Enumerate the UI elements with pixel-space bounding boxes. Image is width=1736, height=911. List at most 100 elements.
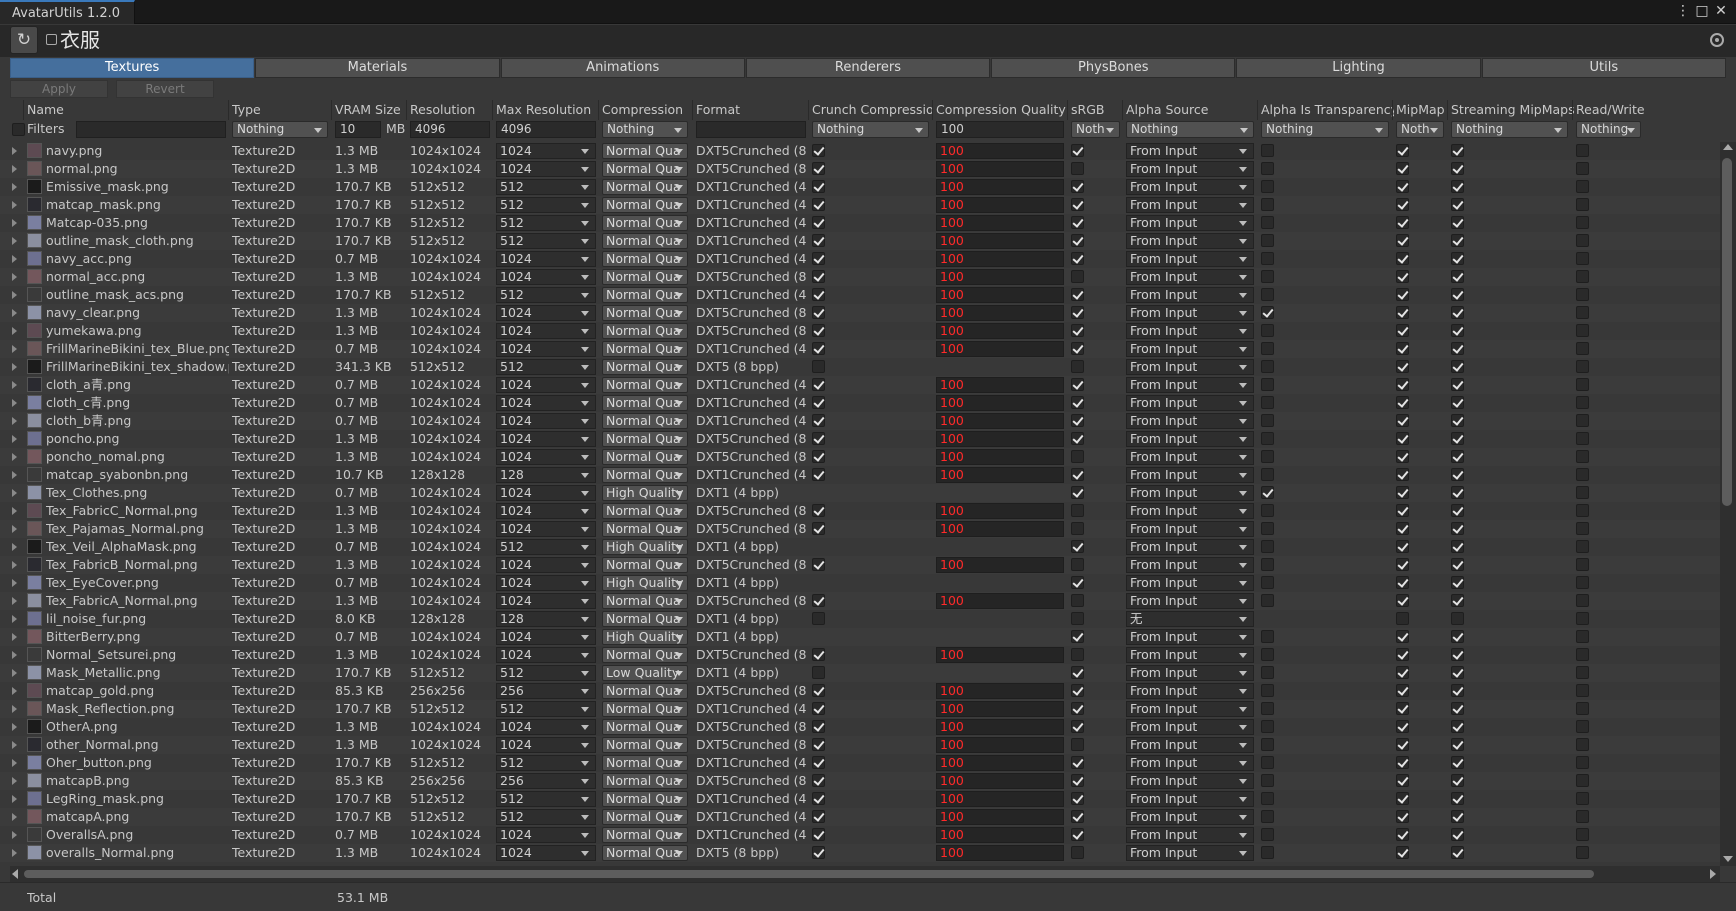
alpha-source-dropdown[interactable]: From Input — [1126, 215, 1254, 231]
mipmap-checkbox[interactable] — [1396, 234, 1409, 247]
expand-arrow-icon[interactable] — [12, 345, 17, 353]
streaming-mipmaps-checkbox[interactable] — [1451, 648, 1464, 661]
expand-arrow-icon[interactable] — [12, 219, 17, 227]
expand-arrow-icon[interactable] — [12, 165, 17, 173]
read-write-checkbox[interactable] — [1576, 144, 1589, 157]
read-write-checkbox[interactable] — [1576, 846, 1589, 859]
max-resolution-dropdown[interactable]: 1024 — [496, 521, 596, 537]
crunch-checkbox[interactable] — [812, 612, 825, 625]
mipmap-checkbox[interactable] — [1396, 216, 1409, 229]
compression-dropdown[interactable]: Normal Qua — [602, 395, 688, 411]
streaming-mipmaps-checkbox[interactable] — [1451, 558, 1464, 571]
alpha-source-dropdown[interactable]: From Input — [1126, 719, 1254, 735]
table-row[interactable]: Tex_Veil_AlphaMask.png Texture2D 0.7 MB 102… — [0, 538, 1720, 556]
table-row[interactable]: matcap_mask.png Texture2D 170.7 KB 512x512 5… — [0, 196, 1720, 214]
column-header-streaming-mipmaps[interactable]: Streaming MipMaps — [1451, 102, 1574, 117]
expand-arrow-icon[interactable] — [12, 327, 17, 335]
mipmap-checkbox[interactable] — [1396, 378, 1409, 391]
max-resolution-dropdown[interactable]: 1024 — [496, 413, 596, 429]
max-resolution-dropdown[interactable]: 1024 — [496, 845, 596, 861]
tab-lighting[interactable]: Lighting — [1236, 58, 1481, 78]
expand-arrow-icon[interactable] — [12, 183, 17, 191]
readwrite-filter-dropdown[interactable]: Nothing — [1576, 121, 1641, 138]
crunch-checkbox[interactable] — [812, 324, 825, 337]
compression-quality-field[interactable]: 100 — [936, 701, 1064, 717]
streaming-mipmaps-checkbox[interactable] — [1451, 846, 1464, 859]
type-filter-dropdown[interactable]: Nothing — [232, 121, 328, 138]
column-header-type[interactable]: Type — [232, 102, 332, 117]
compression-dropdown[interactable]: Normal Qua — [602, 647, 688, 663]
compression-quality-field[interactable]: 100 — [936, 395, 1064, 411]
table-row[interactable]: Oher_button.png Texture2D 170.7 KB 512x512 5… — [0, 754, 1720, 772]
compression-dropdown[interactable]: Normal Qua — [602, 341, 688, 357]
compression-dropdown[interactable]: Normal Qua — [602, 611, 688, 627]
expand-arrow-icon[interactable] — [12, 651, 17, 659]
alpha-is-transparency-checkbox[interactable] — [1261, 630, 1274, 643]
streaming-mipmaps-checkbox[interactable] — [1451, 774, 1464, 787]
streaming-mipmaps-checkbox[interactable] — [1451, 414, 1464, 427]
max-resolution-dropdown[interactable]: 1024 — [496, 449, 596, 465]
tab-utils[interactable]: Utils — [1481, 58, 1726, 78]
format-filter-input[interactable] — [696, 121, 806, 138]
revert-button[interactable]: Revert — [116, 80, 214, 98]
alpha-source-dropdown[interactable]: From Input — [1126, 629, 1254, 645]
max-resolution-dropdown[interactable]: 1024 — [496, 341, 596, 357]
table-row[interactable]: matcap_syabonbn.png Texture2D 10.7 KB 128x1… — [0, 466, 1720, 484]
max-resolution-dropdown[interactable]: 1024 — [496, 719, 596, 735]
crunch-checkbox[interactable] — [812, 270, 825, 283]
streaming-mipmaps-checkbox[interactable] — [1451, 378, 1464, 391]
alpha-is-transparency-checkbox[interactable] — [1261, 432, 1274, 445]
texture-name[interactable]: poncho_nomal.png — [46, 449, 229, 465]
texture-name[interactable]: navy_acc.png — [46, 251, 229, 267]
compression-dropdown[interactable]: Normal Qua — [602, 233, 688, 249]
expand-arrow-icon[interactable] — [12, 759, 17, 767]
compression-dropdown[interactable]: Normal Qua — [602, 755, 688, 771]
expand-arrow-icon[interactable] — [12, 525, 17, 533]
mipmap-filter-dropdown[interactable]: Noth — [1396, 121, 1444, 138]
streaming-mipmaps-checkbox[interactable] — [1451, 720, 1464, 733]
srgb-checkbox[interactable] — [1071, 792, 1084, 805]
compression-quality-field[interactable]: 100 — [936, 251, 1064, 267]
compression-dropdown[interactable]: Normal Qua — [602, 197, 688, 213]
read-write-checkbox[interactable] — [1576, 666, 1589, 679]
table-row[interactable]: FrillMarineBikini_tex_shadow.pn Texture2D… — [0, 358, 1720, 376]
max-resolution-dropdown[interactable]: 512 — [496, 179, 596, 195]
max-resolution-dropdown[interactable]: 128 — [496, 467, 596, 483]
expand-arrow-icon[interactable] — [12, 795, 17, 803]
crunch-checkbox[interactable] — [812, 738, 825, 751]
srgb-checkbox[interactable] — [1071, 810, 1084, 823]
table-row[interactable]: cloth_b青.png Texture2D 0.7 MB 1024x1024 1024… — [0, 412, 1720, 430]
alpha-source-dropdown[interactable]: From Input — [1126, 431, 1254, 447]
expand-arrow-icon[interactable] — [12, 507, 17, 515]
srgb-checkbox[interactable] — [1071, 540, 1084, 553]
read-write-checkbox[interactable] — [1576, 306, 1589, 319]
alpha-source-dropdown[interactable]: From Input — [1126, 557, 1254, 573]
streaming-mipmaps-checkbox[interactable] — [1451, 828, 1464, 841]
table-row[interactable]: normal_acc.png Texture2D 1.3 MB 1024x1024 10… — [0, 268, 1720, 286]
mipmap-checkbox[interactable] — [1396, 450, 1409, 463]
read-write-checkbox[interactable] — [1576, 648, 1589, 661]
read-write-checkbox[interactable] — [1576, 288, 1589, 301]
crunch-checkbox[interactable] — [812, 792, 825, 805]
read-write-checkbox[interactable] — [1576, 810, 1589, 823]
streaming-mipmaps-checkbox[interactable] — [1451, 288, 1464, 301]
compression-dropdown[interactable]: Normal Qua — [602, 377, 688, 393]
max-resolution-dropdown[interactable]: 1024 — [496, 305, 596, 321]
crunch-checkbox[interactable] — [812, 684, 825, 697]
max-resolution-dropdown[interactable]: 1024 — [496, 737, 596, 753]
table-row[interactable]: outline_mask_cloth.png Texture2D 170.7 KB 5… — [0, 232, 1720, 250]
compression-dropdown[interactable]: Normal Qua — [602, 467, 688, 483]
crunch-checkbox[interactable] — [812, 396, 825, 409]
compression-quality-field[interactable]: 100 — [936, 179, 1064, 195]
read-write-checkbox[interactable] — [1576, 558, 1589, 571]
expand-arrow-icon[interactable] — [12, 831, 17, 839]
resolution-filter-input[interactable]: 4096 — [410, 121, 490, 138]
srgb-checkbox[interactable] — [1071, 432, 1084, 445]
srgb-checkbox[interactable] — [1071, 648, 1084, 661]
mipmap-checkbox[interactable] — [1396, 648, 1409, 661]
max-resolution-dropdown[interactable]: 1024 — [496, 431, 596, 447]
alpha-source-dropdown[interactable]: From Input — [1126, 269, 1254, 285]
read-write-checkbox[interactable] — [1576, 432, 1589, 445]
texture-name[interactable]: OverallsA.png — [46, 827, 229, 843]
expand-arrow-icon[interactable] — [12, 309, 17, 317]
